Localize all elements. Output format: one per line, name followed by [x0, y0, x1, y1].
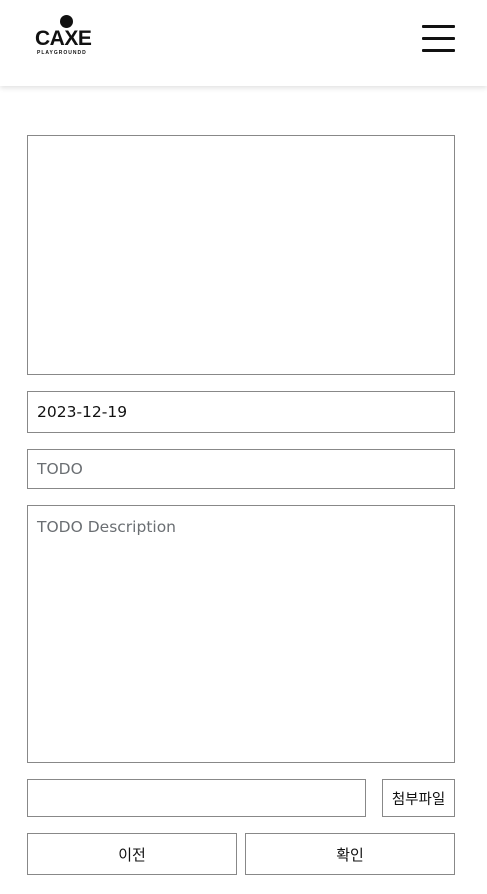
logo-text: CAXE — [35, 27, 92, 50]
logo-subtext: PLAYGROUNDD — [37, 50, 87, 56]
menu-line — [422, 49, 455, 52]
todo-description-textarea[interactable] — [27, 505, 455, 763]
prev-button[interactable]: 이전 — [27, 833, 237, 875]
hamburger-menu-icon[interactable] — [420, 24, 458, 54]
image-preview-area — [27, 135, 455, 375]
app-header: CAXE PLAYGROUNDD — [0, 0, 487, 86]
attach-file-button[interactable]: 첨부파일 — [382, 779, 455, 817]
menu-line — [422, 25, 455, 28]
date-input[interactable] — [27, 391, 455, 433]
todo-title-input[interactable] — [27, 449, 455, 489]
menu-line — [422, 37, 455, 40]
confirm-button[interactable]: 확인 — [245, 833, 455, 875]
logo[interactable]: CAXE PLAYGROUNDD — [33, 13, 99, 57]
attachment-filename-field[interactable] — [27, 779, 366, 817]
